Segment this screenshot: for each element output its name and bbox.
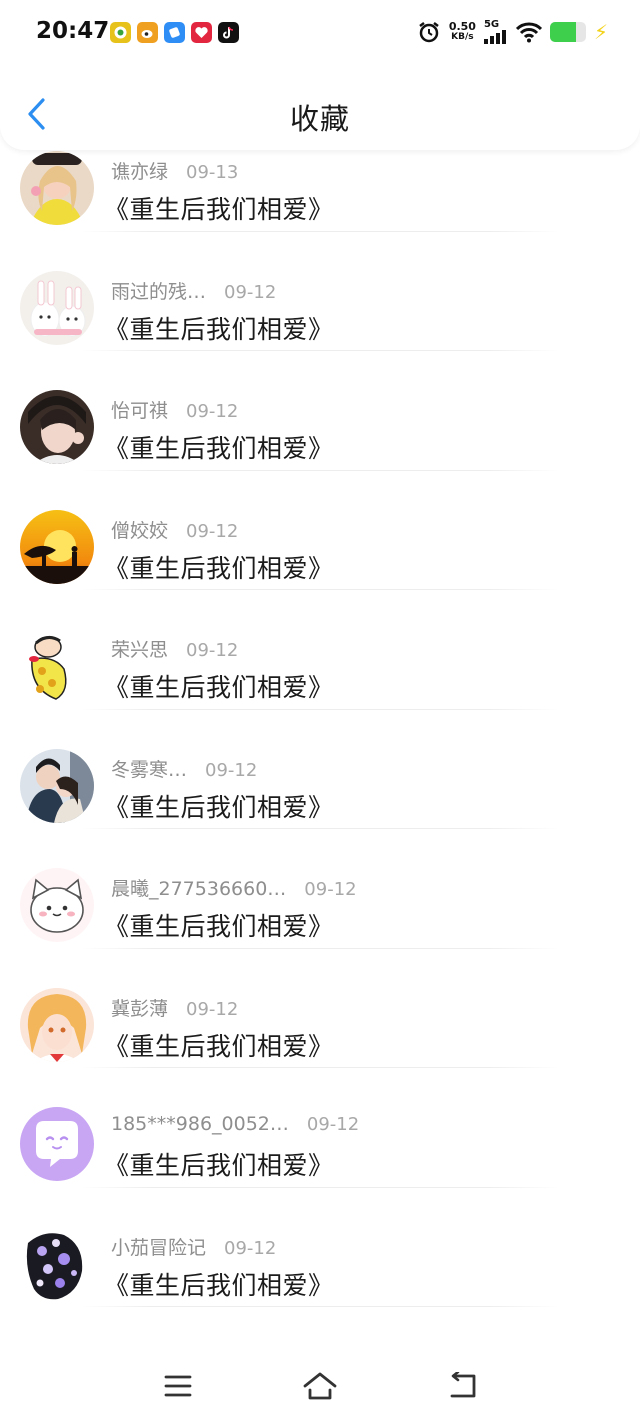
notification-icons (110, 22, 239, 43)
favorite-list-item[interactable]: 冀彭薄 09-12 《重生后我们相爱》 (0, 947, 640, 1068)
favorite-list-item[interactable]: 雨过的残… 09-12 《重生后我们相爱》 (0, 230, 640, 351)
book-title: 《重生后我们相爱》 (104, 1270, 334, 1300)
charging-bolt-icon: ⚡ (593, 20, 608, 44)
heart-app-icon (191, 22, 212, 43)
avatar[interactable] (20, 987, 94, 1062)
item-meta: 雨过的残… 09-12 (111, 277, 276, 304)
favorite-date: 09-12 (186, 401, 239, 422)
net-speed-value: 0.50 (448, 20, 476, 33)
favorite-date: 09-12 (186, 640, 239, 661)
favorite-date: 09-12 (186, 998, 239, 1020)
username: 荣兴思 (111, 639, 169, 661)
avatar[interactable] (20, 390, 94, 464)
favorite-date: 09-13 (186, 162, 239, 183)
favorite-list-item[interactable]: 怡可祺 09-12 《重生后我们相爱》 (0, 349, 640, 471)
favorite-date: 09-12 (306, 1114, 360, 1135)
tiktok-app-icon (218, 22, 239, 43)
item-meta: 僧姣姣 09-12 (111, 516, 238, 543)
username: 谯亦绿 (111, 161, 169, 183)
username: 冬雾寒… (111, 758, 188, 781)
browser-app-icon (164, 22, 185, 43)
item-meta: 荣兴思 09-12 (111, 635, 238, 662)
item-meta: 185***986_0052… 09-12 (111, 1113, 359, 1135)
wifi-icon (515, 22, 542, 43)
favorite-list-item[interactable]: 185***986_0052… 09-12 《重生后我们相爱》 (0, 1066, 640, 1188)
favorite-list-item[interactable]: 小茄冒险记 09-12 《重生后我们相爱》 (0, 1186, 640, 1307)
book-title: 《重生后我们相爱》 (104, 434, 334, 463)
menu-icon (164, 1375, 192, 1397)
item-meta: 谯亦绿 09-13 (111, 157, 238, 184)
avatar[interactable] (20, 1226, 94, 1301)
favorite-date: 09-12 (304, 879, 357, 900)
book-title: 《重生后我们相爱》 (104, 1031, 334, 1061)
username: 僧姣姣 (111, 519, 169, 542)
favorite-date: 09-12 (205, 759, 258, 781)
avatar[interactable] (20, 868, 94, 942)
battery-level-fill (549, 22, 576, 42)
app-header: 20:47 0.50 KB/s 5G ⚡ 收藏 (0, 0, 640, 150)
menu-button[interactable] (158, 1368, 198, 1404)
weibo-app-icon (137, 22, 158, 43)
username: 怡可祺 (111, 400, 169, 422)
net-speed: 0.50 KB/s (449, 21, 476, 43)
status-indicators: 0.50 KB/s 5G ⚡ (417, 20, 608, 44)
home-button[interactable] (300, 1368, 340, 1404)
favorite-list-item[interactable]: 荣兴思 09-12 《重生后我们相爱》 (0, 588, 640, 710)
book-title: 《重生后我们相爱》 (104, 314, 334, 344)
favorite-date: 09-12 (224, 281, 277, 303)
item-meta: 冀彭薄 09-12 (111, 994, 238, 1021)
battery-indicator (549, 22, 586, 42)
avatar[interactable] (20, 270, 94, 345)
music-app-icon (110, 22, 131, 43)
alarm-icon (419, 22, 439, 43)
return-icon (450, 1372, 476, 1398)
back-nav-button[interactable] (442, 1368, 482, 1404)
item-meta: 晨曦_277536660… 09-12 (111, 874, 357, 901)
item-meta: 小茄冒险记 09-12 (111, 1233, 276, 1260)
status-bar: 20:47 0.50 KB/s 5G ⚡ (0, 0, 640, 68)
favorite-date: 09-12 (186, 520, 239, 542)
page-title: 收藏 (289, 102, 350, 136)
username: 晨曦_277536660… (111, 878, 287, 900)
avatar[interactable] (20, 151, 94, 225)
avatar[interactable] (20, 509, 94, 584)
status-time: 20:47 (36, 18, 110, 44)
signal-bars-icon (483, 30, 506, 44)
net-speed-unit: KB/s (451, 32, 474, 42)
favorite-date: 09-12 (224, 1237, 277, 1259)
title-bar: 收藏 (0, 80, 640, 150)
system-navigation-bar (0, 1350, 640, 1422)
username: 185***986_0052… (111, 1113, 289, 1135)
avatar[interactable] (20, 629, 94, 703)
favorite-list-item[interactable]: 僧姣姣 09-12 《重生后我们相爱》 (0, 469, 640, 590)
favorite-list-item[interactable]: 晨曦_277536660… 09-12 《重生后我们相爱》 (0, 827, 640, 949)
username: 冀彭薄 (111, 997, 169, 1020)
item-meta: 冬雾寒… 09-12 (111, 755, 257, 782)
divider (80, 1306, 560, 1307)
book-title: 《重生后我们相爱》 (104, 553, 334, 583)
book-title: 《重生后我们相爱》 (104, 912, 334, 941)
favorite-list-item[interactable]: 冬雾寒… 09-12 《重生后我们相爱》 (0, 708, 640, 829)
home-icon (303, 1372, 337, 1400)
avatar[interactable] (20, 748, 94, 823)
book-title: 《重生后我们相爱》 (104, 673, 334, 702)
network-type: 5G (483, 19, 500, 30)
book-title: 《重生后我们相爱》 (104, 1151, 334, 1180)
avatar[interactable] (20, 1107, 94, 1181)
book-title: 《重生后我们相爱》 (104, 195, 334, 224)
username: 雨过的残… (111, 280, 207, 303)
favorites-list: 谯亦绿 09-13 《重生后我们相爱》 雨过的残… 09-12 《重生后我们相爱… (0, 110, 640, 1307)
username: 小茄冒险记 (111, 1236, 207, 1259)
cellular-signal: 5G (483, 19, 508, 44)
item-meta: 怡可祺 09-12 (111, 396, 238, 423)
book-title: 《重生后我们相爱》 (104, 792, 334, 822)
